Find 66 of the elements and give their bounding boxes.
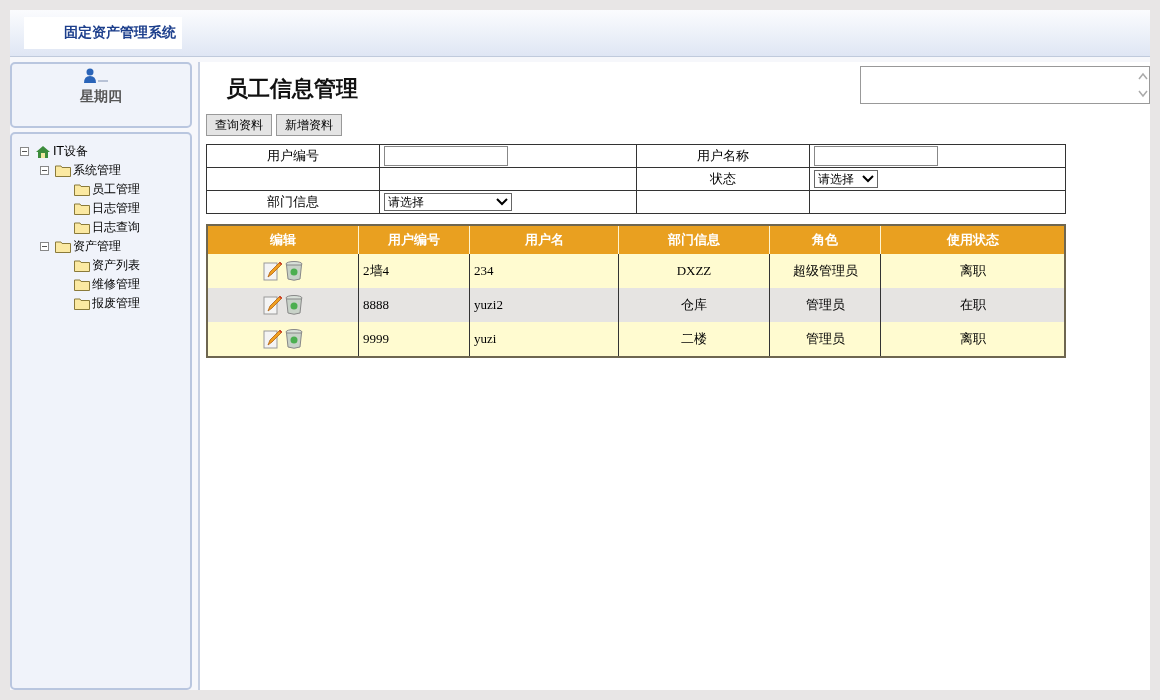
dropdown[interactable]: 请选择 — [384, 193, 512, 211]
field-label: 用户编号 — [267, 148, 319, 163]
folder-icon — [74, 202, 90, 215]
table-cell: DXZZ — [676, 263, 712, 278]
table-cell: 仓库 — [681, 297, 707, 312]
folder-icon — [74, 221, 90, 234]
text-area[interactable] — [860, 66, 1150, 104]
table-cell: yuzi2 — [474, 297, 503, 312]
edit-icon[interactable] — [263, 295, 283, 315]
table-cell: 8888 — [363, 297, 389, 312]
folder-icon — [74, 183, 90, 196]
tree-item[interactable]: 资产管理 — [73, 238, 121, 255]
column-header: 用户名 — [469, 225, 619, 254]
table-cell: 2墙4 — [363, 263, 389, 278]
folder-icon — [74, 278, 90, 291]
table-cell: 二楼 — [681, 331, 707, 346]
column-header: 角色 — [769, 225, 881, 254]
field-label: 状态 — [710, 171, 736, 186]
folder-icon — [74, 297, 90, 310]
table-cell: 9999 — [363, 331, 389, 346]
edit-icon[interactable] — [263, 261, 283, 281]
column-header: 用户编号 — [358, 225, 470, 254]
user-icon — [83, 68, 109, 84]
toolbar-button[interactable]: 新增资料 — [276, 114, 342, 136]
column-header: 部门信息 — [618, 225, 770, 254]
tree-item[interactable]: IT设备 — [53, 143, 88, 160]
toolbar-button[interactable]: 查询资料 — [206, 114, 272, 136]
tree-item[interactable]: 维修管理 — [92, 276, 140, 293]
table-cell: 超级管理员 — [792, 263, 858, 278]
column-header: 编辑 — [207, 225, 359, 254]
house-icon — [35, 144, 51, 159]
tree-item[interactable]: 系统管理 — [73, 162, 121, 179]
tree-item[interactable]: 日志查询 — [92, 219, 140, 236]
dropdown[interactable]: 请选择 — [814, 170, 878, 188]
edit-icon[interactable] — [263, 329, 283, 349]
table-cell: yuzi — [474, 331, 497, 346]
collapse-toggle[interactable] — [40, 242, 49, 251]
folder-icon — [55, 240, 71, 253]
trash-icon[interactable] — [285, 295, 303, 315]
collapse-toggle[interactable] — [20, 147, 29, 156]
column-header: 使用状态 — [880, 225, 1065, 254]
collapse-toggle[interactable] — [40, 166, 49, 175]
input-field[interactable] — [384, 146, 508, 166]
tree-item[interactable]: 员工管理 — [92, 181, 140, 198]
table-cell: 离职 — [959, 331, 986, 346]
page-title: 员工信息管理 — [226, 75, 358, 103]
table-cell: 234 — [474, 263, 494, 278]
table-cell: 离职 — [959, 263, 986, 278]
table-cell: 在职 — [959, 297, 986, 312]
table-cell: 管理员 — [805, 331, 845, 346]
trash-icon[interactable] — [285, 261, 303, 281]
field-label: 用户名称 — [697, 148, 749, 163]
trash-icon[interactable] — [285, 329, 303, 349]
tree-item[interactable]: 报废管理 — [92, 295, 140, 312]
tree-item[interactable]: 日志管理 — [92, 200, 140, 217]
logo: 固定资产管理系统 — [24, 17, 182, 49]
weekday-label: 星期四 — [80, 88, 122, 106]
chevron-down-icon — [496, 198, 508, 206]
folder-icon — [55, 164, 71, 177]
scroll-arrows-icon — [1137, 70, 1149, 100]
folder-icon — [74, 259, 90, 272]
input-field[interactable] — [814, 146, 938, 166]
field-label: 部门信息 — [267, 194, 319, 209]
chevron-down-icon — [862, 175, 874, 183]
table-cell: 管理员 — [805, 297, 845, 312]
tree-item[interactable]: 资产列表 — [92, 257, 140, 274]
